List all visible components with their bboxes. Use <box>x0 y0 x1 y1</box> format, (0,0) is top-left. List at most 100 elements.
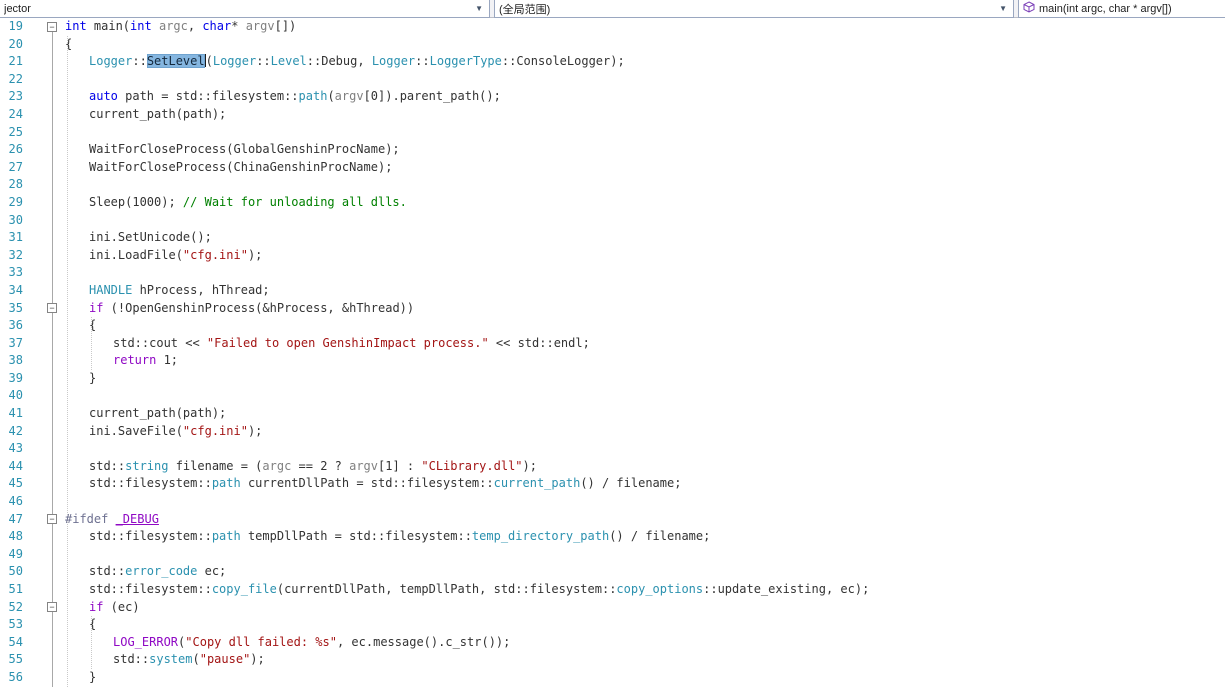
member-dropdown[interactable]: main(int argc, char * argv[]) <box>1018 0 1225 18</box>
code-token: argv <box>246 19 275 33</box>
code-token: << std::endl; <box>489 336 590 350</box>
code-line[interactable]: 45std::filesystem::path currentDllPath =… <box>0 475 1225 493</box>
fold-toggle[interactable]: − <box>47 22 57 32</box>
code-line[interactable]: 22 <box>0 71 1225 89</box>
fold-margin <box>23 546 55 564</box>
code-line[interactable]: 23auto path = std::filesystem::path(argv… <box>0 88 1225 106</box>
code-line[interactable]: 54LOG_ERROR("Copy dll failed: %s", ec.me… <box>0 634 1225 652</box>
project-dropdown[interactable]: jector ▼ <box>0 0 490 18</box>
code-line[interactable]: 42ini.SaveFile("cfg.ini"); <box>0 423 1225 441</box>
chevron-down-icon: ▼ <box>473 4 485 13</box>
code-token: // Wait for unloading all dlls. <box>183 195 407 209</box>
line-number: 46 <box>0 493 23 511</box>
fold-margin <box>23 634 55 652</box>
code-line[interactable]: 28 <box>0 176 1225 194</box>
code-line[interactable]: 33 <box>0 264 1225 282</box>
code-token: return <box>113 353 156 367</box>
code-line[interactable]: 29Sleep(1000); // Wait for unloading all… <box>0 194 1225 212</box>
code-token: int <box>65 19 87 33</box>
code-token: path = std::filesystem:: <box>118 89 299 103</box>
code-token: char <box>202 19 231 33</box>
code-line[interactable]: 37 std::cout << "Failed to open GenshinIm… <box>0 335 1225 353</box>
code-line[interactable]: 32ini.LoadFile("cfg.ini"); <box>0 247 1225 265</box>
code-text: LOG_ERROR("Copy dll failed: %s", ec.mess… <box>55 634 1225 652</box>
code-token: currentDllPath = std::filesystem:: <box>241 476 494 490</box>
fold-margin <box>23 370 55 388</box>
fold-margin <box>23 106 55 124</box>
code-line[interactable]: 55std::system("pause"); <box>0 651 1225 669</box>
fold-margin <box>23 264 55 282</box>
code-line[interactable]: 30 <box>0 212 1225 230</box>
line-number: 41 <box>0 405 23 423</box>
code-line[interactable]: 44std::string filename = (argc == 2 ? ar… <box>0 458 1225 476</box>
code-line[interactable]: 53{ <box>0 616 1225 634</box>
code-line[interactable]: 51std::filesystem::copy_file(currentDllP… <box>0 581 1225 599</box>
project-dropdown-label: jector <box>4 3 473 15</box>
code-line[interactable]: 50std::error_code ec; <box>0 563 1225 581</box>
code-line[interactable]: 25 <box>0 124 1225 142</box>
line-number: 19 <box>0 18 23 36</box>
line-number: 52 <box>0 599 23 617</box>
code-text: std::cout << "Failed to open GenshinImpa… <box>55 335 1225 353</box>
code-token: ( <box>192 652 199 666</box>
code-token: { <box>89 318 96 332</box>
code-text: } <box>55 669 1225 687</box>
line-number: 35 <box>0 300 23 318</box>
code-token: std:: <box>113 652 149 666</box>
code-line[interactable]: 36{ <box>0 317 1225 335</box>
code-line[interactable]: 46 <box>0 493 1225 511</box>
code-line[interactable]: 19−int main(int argc, char* argv[]) <box>0 18 1225 36</box>
code-token: , ec.message().c_str()); <box>337 635 510 649</box>
code-token: * <box>231 19 245 33</box>
code-line[interactable]: 38return 1; <box>0 352 1225 370</box>
code-line[interactable]: 48std::filesystem::path tempDllPath = st… <box>0 528 1225 546</box>
code-line[interactable]: 41current_path(path); <box>0 405 1225 423</box>
scope-dropdown[interactable]: (全局范围) ▼ <box>494 0 1014 18</box>
code-text: std::system("pause"); <box>55 651 1225 669</box>
code-line[interactable]: 47−#ifdef _DEBUG <box>0 511 1225 529</box>
line-number: 40 <box>0 387 23 405</box>
code-text: std::filesystem::path tempDllPath = std:… <box>55 528 1225 546</box>
fold-margin <box>23 616 55 634</box>
line-number: 49 <box>0 546 23 564</box>
chevron-down-icon: ▼ <box>997 4 1009 13</box>
fold-toggle[interactable]: − <box>47 514 57 524</box>
code-token: (ec) <box>103 600 139 614</box>
code-line[interactable]: 27WaitForCloseProcess(ChinaGenshinProcNa… <box>0 159 1225 177</box>
code-editor[interactable]: 19−int main(int argc, char* argv[])20{21… <box>0 18 1225 687</box>
code-text: std::error_code ec; <box>55 563 1225 581</box>
line-number: 32 <box>0 247 23 265</box>
code-line[interactable]: 24current_path(path); <box>0 106 1225 124</box>
fold-margin: − <box>23 599 55 617</box>
line-number: 29 <box>0 194 23 212</box>
code-line[interactable]: 43 <box>0 440 1225 458</box>
code-token: HANDLE <box>89 283 132 297</box>
line-number: 27 <box>0 159 23 177</box>
code-token: [0]).parent_path(); <box>364 89 501 103</box>
code-line[interactable]: 39} <box>0 370 1225 388</box>
code-line[interactable]: 20{ <box>0 36 1225 54</box>
code-token <box>152 19 159 33</box>
fold-margin <box>23 669 55 687</box>
fold-toggle[interactable]: − <box>47 602 57 612</box>
code-line[interactable]: 21Logger::SetLevel(Logger::Level::Debug,… <box>0 53 1225 71</box>
line-number: 37 <box>0 335 23 353</box>
code-token: "cfg.ini" <box>183 248 248 262</box>
code-token: ); <box>250 652 264 666</box>
code-line[interactable]: 31ini.SetUnicode(); <box>0 229 1225 247</box>
code-line[interactable]: 26WaitForCloseProcess(GlobalGenshinProcN… <box>0 141 1225 159</box>
code-token: "pause" <box>200 652 251 666</box>
code-line[interactable]: 34HANDLE hProcess, hThread; <box>0 282 1225 300</box>
code-line[interactable]: 56} <box>0 669 1225 687</box>
code-line[interactable]: 35−if (!OpenGenshinProcess(&hProcess, &h… <box>0 300 1225 318</box>
code-token: current_path(path); <box>89 107 226 121</box>
code-token: ( <box>206 54 213 68</box>
fold-margin <box>23 36 55 54</box>
code-line[interactable]: 52−if (ec) <box>0 599 1225 617</box>
fold-toggle[interactable]: − <box>47 303 57 313</box>
line-number: 20 <box>0 36 23 54</box>
line-number: 44 <box>0 458 23 476</box>
code-line[interactable]: 40 <box>0 387 1225 405</box>
line-number: 53 <box>0 616 23 634</box>
code-line[interactable]: 49 <box>0 546 1225 564</box>
